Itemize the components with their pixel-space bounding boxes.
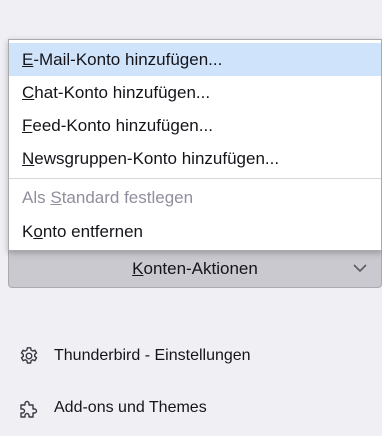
menu-item-label-pre: K [22,222,34,241]
menu-item-accesskey: o [33,222,43,241]
menu-item-accesskey: C [22,83,35,102]
gear-icon [18,345,40,367]
menu-item-add-newsgroup-account[interactable]: Newsgruppen-Konto hinzufügen... [9,142,381,175]
addons-link[interactable]: Add-ons und Themes [18,393,207,423]
menu-item-label: eed-Konto hinzufügen... [32,116,213,135]
menu-item-add-email-account[interactable]: E-Mail-Konto hinzufügen... [9,43,381,76]
menu-item-accesskey: S [50,188,62,207]
settings-label: Thunderbird - Einstellungen [54,347,251,364]
menu-item-add-chat-account[interactable]: Chat-Konto hinzufügen... [9,76,381,109]
menu-item-label-pre: Als [22,188,51,207]
menu-separator [9,178,381,179]
menu-item-accesskey: N [22,149,35,168]
menu-item-label: nto entfernen [42,222,144,241]
settings-link[interactable]: Thunderbird - Einstellungen [18,341,251,371]
chevron-down-icon [353,264,367,273]
menu-item-accesskey: F [22,116,33,135]
account-actions-menu: E-Mail-Konto hinzufügen... Chat-Konto hi… [8,39,382,251]
account-actions-button[interactable]: Konten-Aktionen [8,251,382,288]
addons-label: Add-ons und Themes [54,399,207,416]
puzzle-icon [18,397,40,419]
menu-item-add-feed-account[interactable]: Feed-Konto hinzufügen... [9,109,381,142]
account-actions-label: Konten-Aktionen [9,251,381,287]
menu-item-label: ewsgruppen-Konto hinzufügen... [34,149,280,168]
menu-item-remove-account[interactable]: Konto entfernen [9,215,381,248]
menu-item-accesskey: E [22,50,34,69]
account-actions-label-text: onten-Aktionen [143,259,258,278]
account-actions-accesskey: K [132,259,144,278]
menu-item-label: tandard festlegen [61,188,194,207]
menu-item-set-default[interactable]: Als Standard festlegen [9,181,381,214]
menu-item-label: hat-Konto hinzufügen... [34,83,211,102]
menu-item-label: -Mail-Konto hinzufügen... [33,50,223,69]
